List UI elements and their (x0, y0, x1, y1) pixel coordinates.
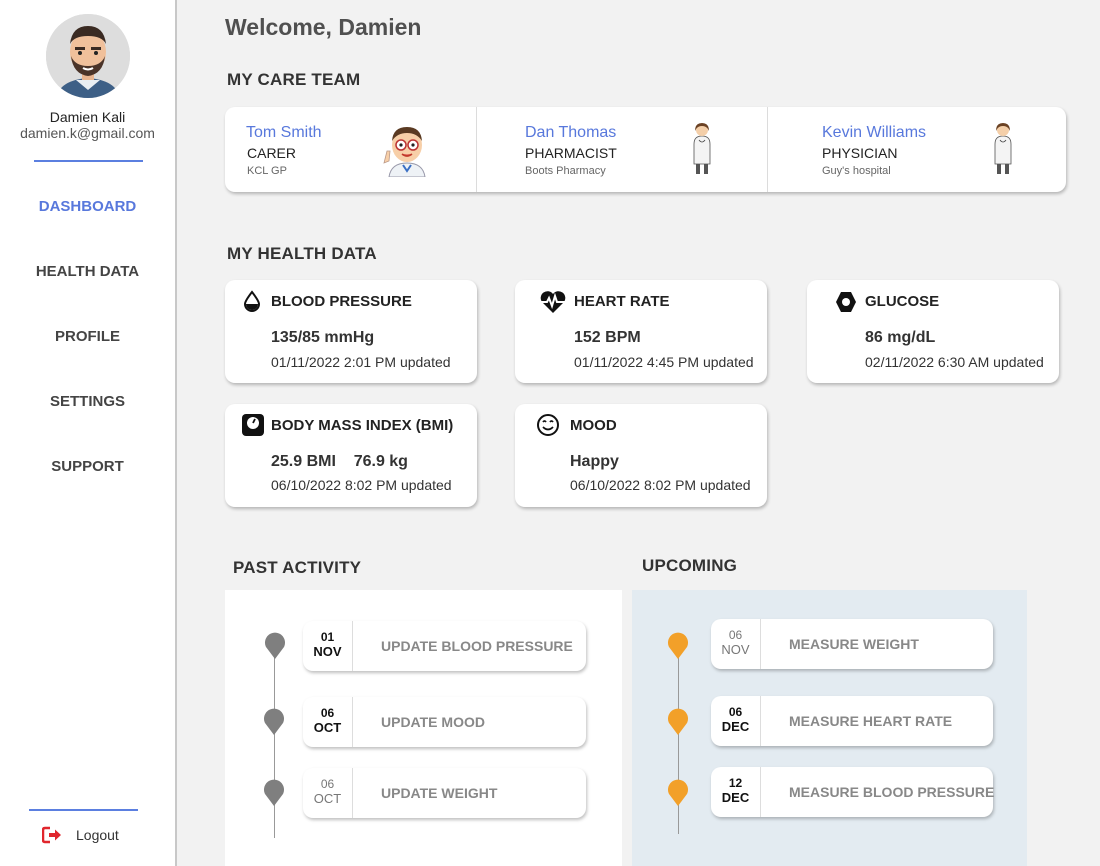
member-name[interactable]: Kevin Williams (822, 124, 926, 142)
timeline-pin-icon (264, 708, 284, 735)
past-activity-panel: 01 NOV UPDATE BLOOD PRESSURE 06 OCT UPDA… (225, 590, 622, 866)
activity-date: 12 DEC (711, 767, 761, 817)
upcoming-title: UPCOMING (642, 556, 738, 575)
activity-day: 06 (728, 705, 743, 719)
card-title: MOOD (570, 417, 617, 434)
member-org: Boots Pharmacy (525, 165, 606, 177)
activity-date: 01 NOV (303, 621, 353, 671)
activity-month: OCT (313, 791, 342, 806)
doctor-avatar-icon (994, 123, 1012, 174)
user-email: damien.k@gmail.com (20, 125, 155, 141)
care-team-member[interactable]: Tom Smith CARER KCL GP (225, 107, 476, 192)
logout-button[interactable]: Logout (42, 826, 119, 844)
card-updated: 06/10/2022 8:02 PM updated (271, 477, 452, 493)
card-updated: 02/11/2022 6:30 AM updated (865, 354, 1044, 370)
card-value: Happy (570, 453, 619, 470)
card-title: GLUCOSE (865, 293, 940, 310)
timeline-pin-icon (668, 779, 688, 806)
past-activity-item[interactable]: 01 NOV UPDATE BLOOD PRESSURE (303, 621, 586, 671)
activity-day: 06 (320, 706, 335, 720)
past-activity-item[interactable]: 06 OCT UPDATE MOOD (303, 697, 586, 747)
activity-label: MEASURE BLOOD PRESSURE (789, 784, 995, 800)
member-role: PHYSICIAN (822, 145, 898, 161)
care-team-member[interactable]: Kevin Williams PHYSICIAN Guy's hospital (768, 107, 1066, 192)
member-name[interactable]: Dan Thomas (525, 124, 616, 142)
activity-day: 06 (728, 628, 743, 642)
nav-profile[interactable]: PROFILE (0, 328, 175, 345)
activity-label: MEASURE HEART RATE (789, 713, 953, 729)
upcoming-item[interactable]: 06 NOV MEASURE WEIGHT (711, 619, 993, 669)
timeline-pin-icon (265, 632, 285, 659)
drop-icon (243, 290, 261, 312)
member-role: CARER (247, 145, 297, 161)
activity-month: OCT (313, 720, 342, 735)
card-updated: 06/10/2022 8:02 PM updated (570, 477, 751, 493)
activity-date: 06 OCT (303, 768, 353, 818)
sidebar: Damien Kali damien.k@gmail.com DASHBOARD… (0, 0, 177, 866)
activity-label: UPDATE WEIGHT (381, 785, 498, 801)
activity-month: DEC (721, 719, 750, 734)
timeline-pin-icon (668, 708, 688, 735)
hexagon-icon (836, 292, 856, 312)
sidebar-divider (34, 160, 143, 162)
logout-icon (42, 826, 61, 844)
care-team-card: Tom Smith CARER KCL GP Dan Thomas PHARMA… (225, 107, 1066, 192)
doctor-avatar-icon (693, 123, 711, 174)
card-title: HEART RATE (574, 293, 670, 310)
card-value: 86 mg/dL (865, 329, 936, 346)
smiley-icon (537, 414, 559, 436)
card-title: BODY MASS INDEX (BMI) (271, 417, 454, 434)
member-name[interactable]: Tom Smith (246, 124, 322, 142)
timeline-pin-icon (668, 632, 688, 659)
member-role: PHARMACIST (525, 145, 617, 161)
past-activity-item[interactable]: 06 OCT UPDATE WEIGHT (303, 768, 586, 818)
card-title: BLOOD PRESSURE (271, 293, 412, 310)
activity-day: 06 (320, 777, 335, 791)
timeline-pin-icon (264, 779, 284, 806)
activity-day: 12 (728, 776, 743, 790)
nav-settings[interactable]: SETTINGS (0, 393, 175, 410)
nav-health-data[interactable]: HEALTH DATA (0, 263, 175, 280)
activity-month: DEC (721, 790, 750, 805)
activity-date: 06 DEC (711, 696, 761, 746)
card-value: 135/85 mmHg (271, 329, 375, 346)
member-org: KCL GP (247, 165, 287, 177)
heart-rate-card[interactable]: HEART RATE 152 BPM 01/11/2022 4:45 PM up… (515, 280, 767, 383)
activity-month: NOV (313, 644, 342, 659)
card-value: 25.9 BMI 76.9 kg (271, 453, 408, 470)
scale-icon (242, 414, 264, 436)
card-updated: 01/11/2022 2:01 PM updated (271, 354, 451, 370)
activity-month: NOV (721, 642, 750, 657)
activity-label: MEASURE WEIGHT (789, 636, 919, 652)
nav-support[interactable]: SUPPORT (0, 458, 175, 475)
mood-card[interactable]: MOOD Happy 06/10/2022 8:02 PM updated (515, 404, 767, 507)
upcoming-panel: 06 NOV MEASURE WEIGHT 06 DEC MEASURE HEA… (632, 590, 1027, 866)
nav-dashboard[interactable]: DASHBOARD (0, 198, 175, 215)
member-org: Guy's hospital (822, 165, 891, 177)
bmi-card[interactable]: BODY MASS INDEX (BMI) 25.9 BMI 76.9 kg 0… (225, 404, 477, 507)
heartbeat-icon (540, 291, 566, 313)
activity-date: 06 NOV (711, 619, 761, 669)
activity-day: 01 (320, 630, 335, 644)
glucose-card[interactable]: GLUCOSE 86 mg/dL 02/11/2022 6:30 AM upda… (807, 280, 1059, 383)
blood-pressure-card[interactable]: BLOOD PRESSURE 135/85 mmHg 01/11/2022 2:… (225, 280, 477, 383)
activity-date: 06 OCT (303, 697, 353, 747)
timeline-line (274, 638, 275, 838)
upcoming-item[interactable]: 06 DEC MEASURE HEART RATE (711, 696, 993, 746)
avatar[interactable] (46, 14, 130, 98)
card-updated: 01/11/2022 4:45 PM updated (574, 354, 754, 370)
logout-label: Logout (76, 827, 119, 843)
user-name: Damien Kali (49, 109, 126, 125)
sidebar-divider-bottom (29, 809, 138, 811)
upcoming-item[interactable]: 12 DEC MEASURE BLOOD PRESSURE (711, 767, 995, 817)
care-team-title: MY CARE TEAM (227, 70, 361, 89)
carer-avatar-icon (383, 127, 426, 177)
health-data-title: MY HEALTH DATA (227, 244, 377, 263)
card-value: 152 BPM (574, 329, 641, 346)
welcome-heading: Welcome, Damien (225, 14, 422, 40)
activity-label: UPDATE MOOD (381, 714, 485, 730)
past-activity-title: PAST ACTIVITY (233, 558, 362, 577)
activity-label: UPDATE BLOOD PRESSURE (381, 638, 573, 654)
care-team-member[interactable]: Dan Thomas PHARMACIST Boots Pharmacy (477, 107, 767, 192)
